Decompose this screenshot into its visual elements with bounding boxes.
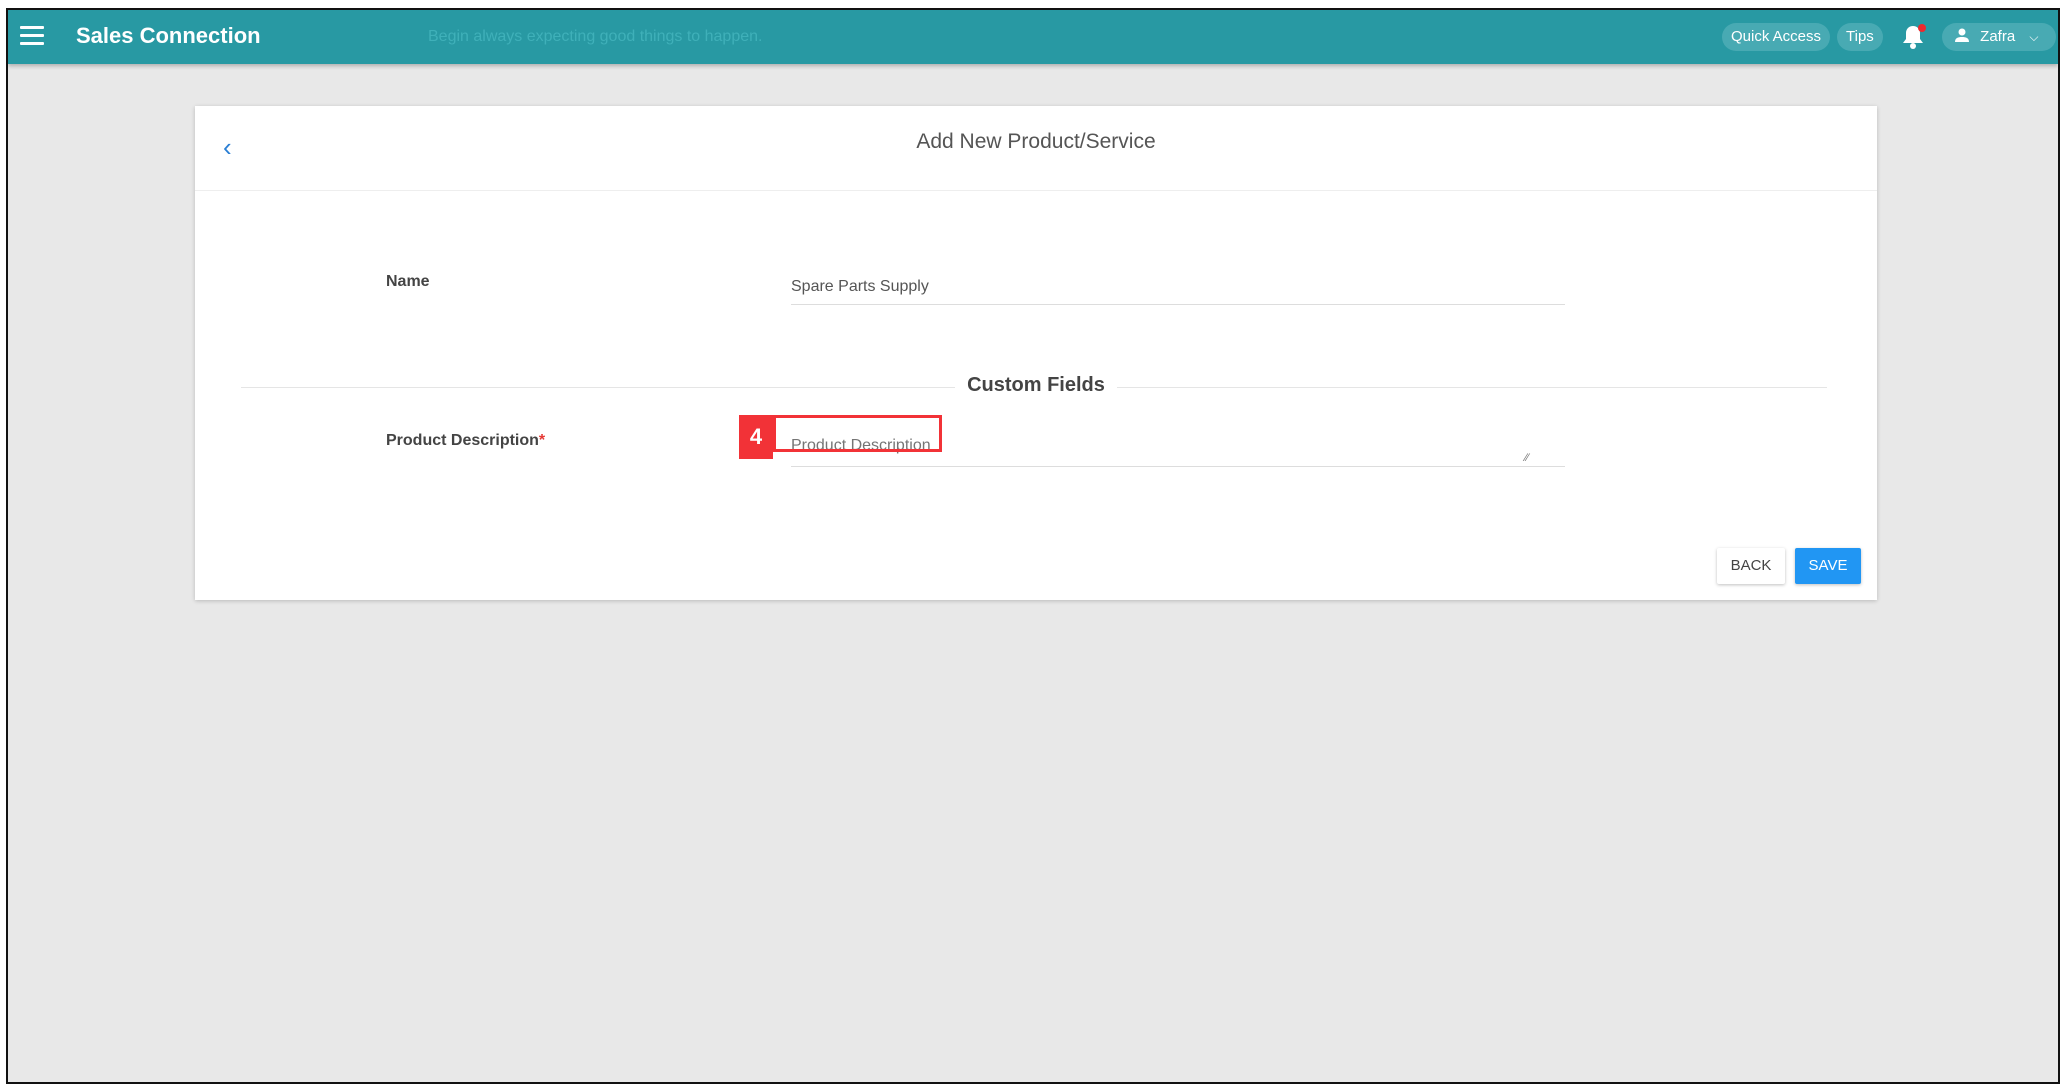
name-input[interactable] [791,270,1565,305]
quick-access-button[interactable]: Quick Access [1722,23,1831,51]
annotation-highlight-box [773,415,942,452]
name-label: Name [386,273,430,290]
back-button[interactable]: BACK [1717,548,1785,584]
user-menu[interactable]: Zafra ⌵ [1942,23,2056,51]
save-button[interactable]: SAVE [1795,548,1861,584]
top-bar: Sales Connection Begin always expecting … [8,10,2058,64]
user-name: Zafra [1980,28,2016,45]
card-header: ‹ Add New Product/Service [195,106,1877,191]
add-product-card: ‹ Add New Product/Service Name Custom Fi… [195,106,1877,600]
custom-fields-heading-text: Custom Fields [955,374,1117,396]
annotation-step-number: 4 [739,415,773,459]
resize-handle-icon[interactable]: ∕∕ [1525,452,1529,464]
tips-button[interactable]: Tips [1837,23,1883,51]
user-icon [1955,28,1969,42]
notification-dot [1918,24,1926,32]
app-screen: Sales Connection Begin always expecting … [6,8,2060,1084]
app-title: Sales Connection [76,23,261,48]
product-description-label: Product Description* [386,432,545,450]
product-description-label-text: Product Description [386,432,539,449]
page-title: Add New Product/Service [916,130,1156,153]
chevron-down-icon: ⌵ [2029,30,2039,44]
custom-fields-heading: Custom Fields [195,374,1877,397]
notification-bell-icon[interactable] [1902,24,1926,50]
hamburger-menu-icon[interactable] [20,26,44,46]
required-mark: * [538,432,546,449]
motivational-quote: Begin always expecting good things to ha… [428,28,763,45]
